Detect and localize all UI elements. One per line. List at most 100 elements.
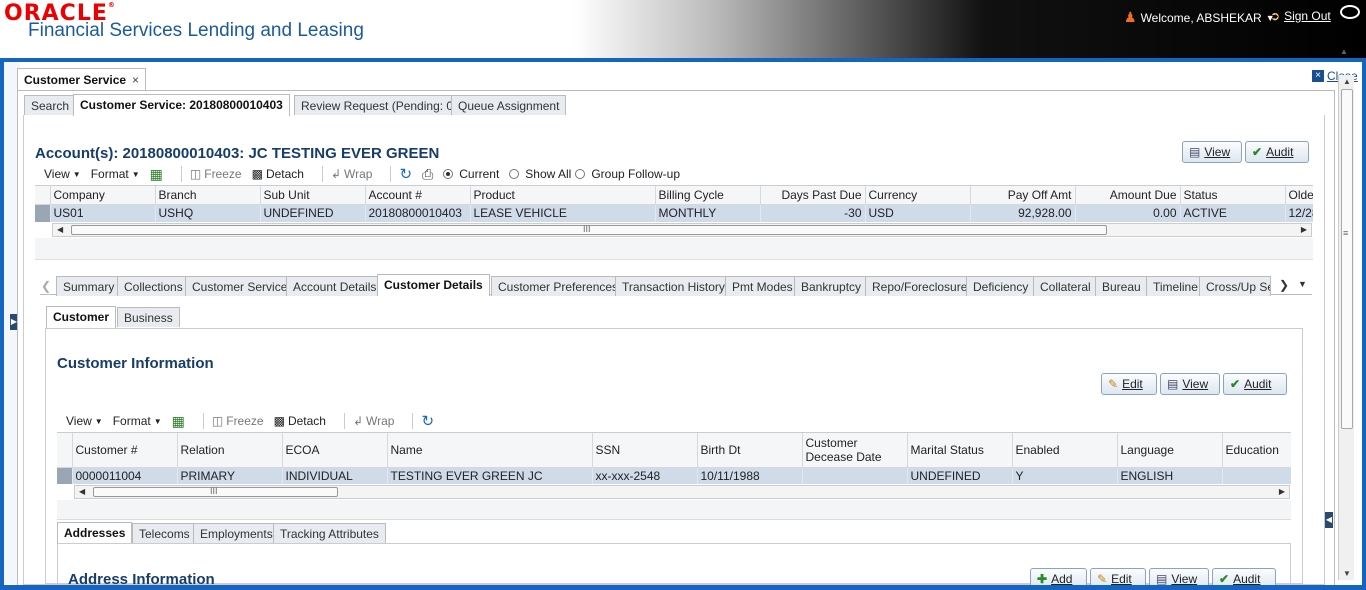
tabs-scroll-right-icon[interactable]: ❯ [1279, 278, 1289, 292]
export-icon[interactable]: ▦ [150, 166, 163, 183]
col-amount-due[interactable]: Amount Due [1075, 186, 1181, 205]
col-customer-number[interactable]: Customer # [72, 433, 178, 468]
tab-summary[interactable]: Summary [56, 276, 122, 296]
checkmark-icon: ✔ [1252, 145, 1263, 159]
freeze-icon: ◫ [211, 414, 224, 428]
customer-info-title: Customer Information [57, 355, 214, 372]
col-branch[interactable]: Branch [155, 186, 261, 205]
col-days-past-due[interactable]: Days Past Due [760, 186, 866, 205]
tab-collateral[interactable]: Collateral [1033, 276, 1098, 296]
col-product[interactable]: Product [470, 186, 656, 205]
tab-cross-up-sell[interactable]: Cross/Up Sell [1199, 276, 1271, 296]
view-menu[interactable]: View ▼ [44, 167, 81, 181]
tab-bankruptcy[interactable]: Bankruptcy [794, 276, 869, 296]
tab-customer[interactable]: Customer [46, 306, 117, 328]
detach-icon: ▩ [273, 414, 285, 428]
account-audit-button[interactable]: ✔ Audit [1245, 141, 1309, 163]
sign-out-label: Sign Out [1284, 9, 1331, 23]
tab-timeline[interactable]: Timeline [1146, 276, 1205, 296]
tab-addresses[interactable]: Addresses [57, 522, 133, 544]
col-relation[interactable]: Relation [177, 433, 283, 468]
collapse-header-icon[interactable]: ▲ [1336, 47, 1352, 57]
col-sub-unit[interactable]: Sub Unit [260, 186, 366, 205]
tab-employments[interactable]: Employments [193, 523, 280, 543]
radio-current[interactable]: Current [443, 167, 499, 181]
tab-customer-service[interactable]: Customer Service × [17, 68, 147, 90]
tab-business[interactable]: Business [117, 307, 180, 327]
account-title: Account(s): 20180800010403: JC TESTING E… [35, 145, 440, 162]
radio-show-all[interactable]: Show All [509, 167, 571, 181]
tab-deficiency[interactable]: Deficiency [966, 276, 1036, 296]
freeze-button[interactable]: ◫ Freeze [190, 167, 242, 181]
col-currency[interactable]: Currency [865, 186, 971, 205]
tab-pmt-modes[interactable]: Pmt Modes [725, 276, 800, 296]
view-icon: ▤ [1189, 145, 1201, 159]
table-row[interactable]: US01 USHQ UNDEFINED 20180800010403 LEASE… [35, 204, 1313, 222]
col-enabled[interactable]: Enabled [1012, 433, 1118, 468]
tab-queue-assignment[interactable]: Queue Assignment [451, 95, 567, 115]
account-view-button[interactable]: ▤ View [1182, 141, 1242, 163]
col-language[interactable]: Language [1117, 433, 1223, 468]
tab-review-request[interactable]: Review Request (Pending: 0) [294, 95, 465, 115]
col-decease-date[interactable]: Customer Decease Date [802, 433, 908, 468]
plus-icon: ✚ [1037, 572, 1048, 586]
col-birth-dt[interactable]: Birth Dt [697, 433, 803, 468]
format-menu[interactable]: Format ▼ [113, 414, 162, 428]
accounts-hscroll[interactable]: ◀ III ▶ [52, 223, 1312, 237]
view-menu[interactable]: View ▼ [66, 414, 103, 428]
tabs-scroll-left-icon[interactable]: ❮ [41, 279, 51, 293]
tab-search[interactable]: Search [24, 95, 77, 115]
tab-bureau[interactable]: Bureau [1095, 276, 1148, 296]
tab-customer-service-account[interactable]: Customer Service: 20180800010403 [73, 94, 290, 116]
caret-down-icon: ▼ [94, 416, 103, 426]
detach-button[interactable]: ▩ Detach [252, 167, 304, 181]
page-vscroll[interactable]: ▲ ≡ ▼ [1338, 75, 1354, 580]
col-company[interactable]: Company [50, 186, 156, 205]
col-account[interactable]: Account # [365, 186, 471, 205]
tab-customer-service[interactable]: Customer Service [185, 276, 295, 296]
tab-customer-details[interactable]: Customer Details [377, 274, 490, 296]
wrap-button[interactable]: ↲ Wrap [331, 167, 373, 181]
close-tab-icon[interactable]: × [132, 73, 139, 87]
tab-account-details[interactable]: Account Details [286, 276, 384, 296]
frame-bottom-edge [0, 585, 1366, 590]
col-marital-status[interactable]: Marital Status [907, 433, 1013, 468]
export-icon[interactable]: ▦ [172, 413, 185, 430]
col-status[interactable]: Status [1180, 186, 1286, 205]
detach-button[interactable]: ▩ Detach [274, 414, 326, 428]
customer-hscroll[interactable]: ◀ III ▶ [74, 485, 1290, 499]
sign-out-link[interactable]: ➲ Sign Out [1270, 9, 1331, 23]
product-title: Financial Services Lending and Leasing [28, 20, 364, 41]
tab-transaction-history[interactable]: Transaction History [615, 276, 732, 296]
tab-repo-foreclosure[interactable]: Repo/Foreclosure [865, 276, 975, 296]
chat-bubble-icon[interactable] [1340, 5, 1360, 19]
tabs-overflow-icon[interactable]: ▼ [1298, 279, 1307, 289]
view-icon: ▤ [1156, 572, 1168, 586]
customer-audit-button[interactable]: ✔ Audit [1223, 373, 1287, 395]
col-oldest[interactable]: Oldes [1285, 186, 1313, 205]
col-ssn[interactable]: SSN [592, 433, 698, 468]
welcome-menu[interactable]: ♟ Welcome, ABSHEKAR ▼ [1124, 9, 1275, 26]
customer-edit-button[interactable]: ✎ Edit [1101, 373, 1157, 395]
col-education[interactable]: Education [1222, 433, 1291, 468]
tab-tracking-attributes[interactable]: Tracking Attributes [273, 523, 386, 543]
tab-customer-preferences[interactable]: Customer Preferences [491, 276, 626, 296]
tab-collections[interactable]: Collections [117, 276, 190, 296]
print-icon[interactable]: ⎙ [422, 166, 433, 183]
radio-group-followup[interactable]: Group Follow-up [575, 167, 680, 181]
col-billing-cycle[interactable]: Billing Cycle [655, 186, 761, 205]
customer-view-button[interactable]: ▤ View [1160, 373, 1220, 395]
table-row[interactable]: 0000011004 PRIMARY INDIVIDUAL TESTING EV… [57, 467, 1291, 484]
refresh-icon[interactable]: ↻ [399, 165, 412, 183]
col-ecoa[interactable]: ECOA [282, 433, 388, 468]
tab-label: Customer Service [24, 73, 127, 87]
col-pay-off-amt[interactable]: Pay Off Amt [970, 186, 1076, 205]
refresh-icon[interactable]: ↻ [421, 412, 434, 430]
expand-right-panel-icon[interactable]: ◀ [1325, 512, 1333, 528]
wrap-button[interactable]: ↲ Wrap [353, 414, 395, 428]
format-menu[interactable]: Format ▼ [91, 167, 140, 181]
tab-telecoms[interactable]: Telecoms [132, 523, 197, 543]
freeze-button[interactable]: ◫ Freeze [212, 414, 264, 428]
col-name[interactable]: Name [387, 433, 593, 468]
close-icon: × [1312, 70, 1324, 82]
